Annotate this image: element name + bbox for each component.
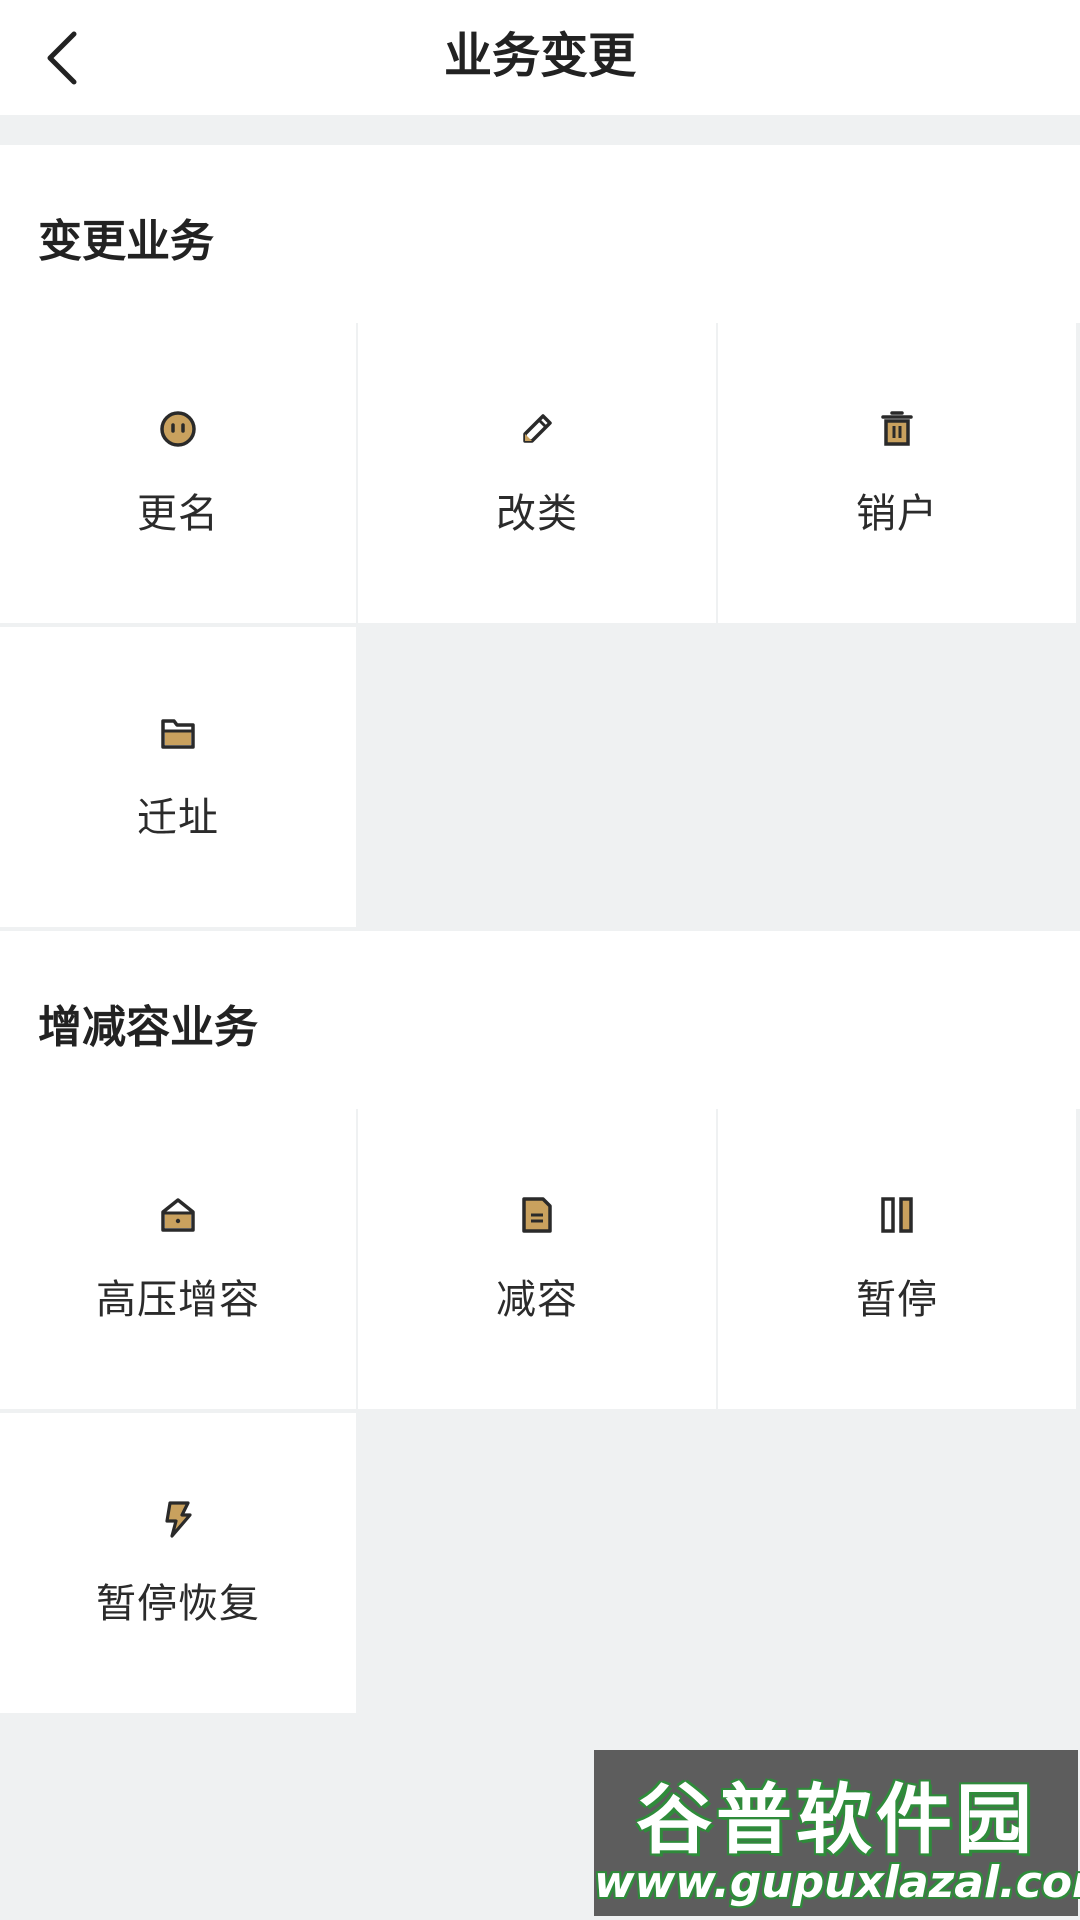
service-tile-hv-capacity-increase[interactable]: 高压增容 (0, 1109, 356, 1409)
watermark: 谷普软件园 www.gupuxlazal.com (594, 1750, 1080, 1916)
chevron-left-icon (47, 31, 77, 85)
service-tile-capacity-reduction[interactable]: 减容 (358, 1109, 716, 1409)
trash-icon (875, 407, 919, 451)
watermark-title: 谷普软件园 (636, 1775, 1036, 1864)
service-label: 改类 (496, 491, 578, 537)
pencil-icon (515, 407, 559, 451)
service-label: 销户 (856, 491, 938, 537)
section-title: 变更业务 (38, 216, 214, 267)
service-tile-relocate[interactable]: 迁址 (0, 627, 356, 927)
section-title: 增减容业务 (38, 1002, 258, 1053)
service-tile-suspend[interactable]: 暂停 (718, 1109, 1076, 1409)
service-label: 高压增容 (96, 1277, 260, 1323)
page-title: 业务变更 (443, 28, 636, 84)
service-tile-close-account[interactable]: 销户 (718, 323, 1076, 623)
section-header-change: 变更业务 (0, 145, 1080, 323)
service-tile-rename[interactable]: 更名 (0, 323, 356, 623)
back-button[interactable] (22, 18, 102, 98)
service-label: 暂停恢复 (96, 1581, 260, 1627)
service-tile-change-category[interactable]: 改类 (358, 323, 716, 623)
face-icon (156, 407, 200, 451)
section-header-capacity: 增减容业务 (0, 931, 1080, 1109)
house-icon (156, 1193, 200, 1237)
lightning-icon (156, 1497, 200, 1541)
service-tile-resume[interactable]: 暂停恢复 (0, 1413, 356, 1713)
document-icon (515, 1193, 559, 1237)
top-bar: 业务变更 (0, 0, 1080, 115)
watermark-url: www.gupuxlazal.com (594, 1857, 1080, 1908)
service-label: 更名 (137, 491, 219, 537)
folder-icon (156, 711, 200, 755)
change-services-grid: 更名 改类 销户 迁址 (0, 323, 1080, 927)
capacity-services-grid: 高压增容 减容 暂停 暂停恢复 (0, 1109, 1080, 1713)
service-label: 迁址 (137, 795, 219, 841)
pause-icon (875, 1193, 919, 1237)
service-label: 减容 (496, 1277, 578, 1323)
service-label: 暂停 (856, 1277, 938, 1323)
